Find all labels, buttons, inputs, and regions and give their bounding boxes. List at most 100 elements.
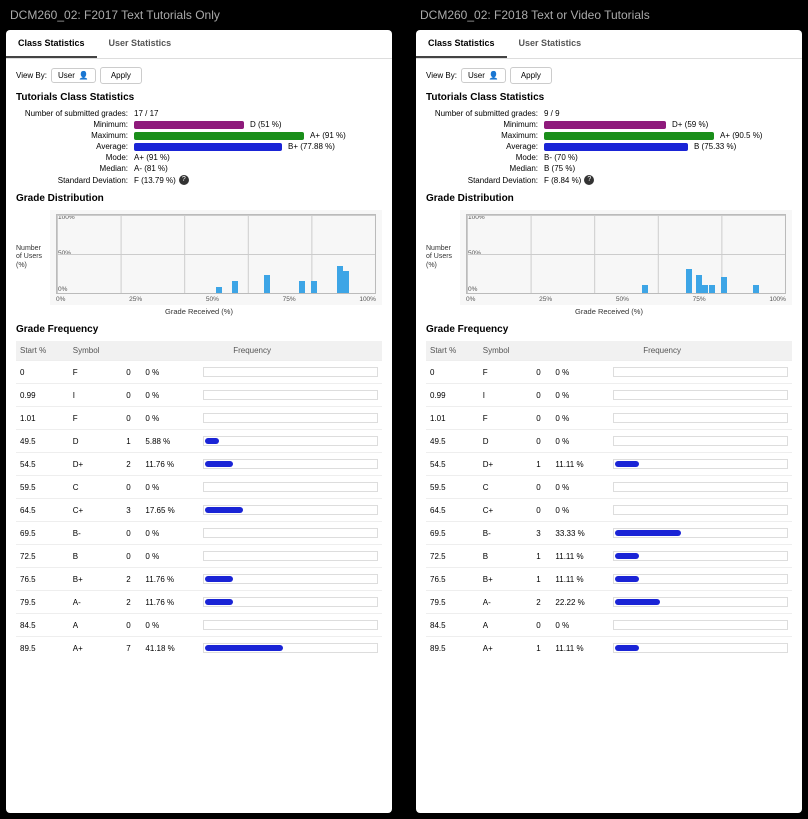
cell-start: 0.99 bbox=[16, 384, 69, 407]
cell-count: 0 bbox=[532, 361, 551, 384]
cell-pct: 11.11 % bbox=[551, 637, 609, 660]
cell-start: 64.5 bbox=[426, 499, 479, 522]
apply-button[interactable]: Apply bbox=[100, 67, 142, 84]
max-label: Maximum: bbox=[16, 131, 134, 140]
cell-start: 1.01 bbox=[16, 407, 69, 430]
cell-count: 1 bbox=[532, 568, 551, 591]
cell-count: 0 bbox=[532, 476, 551, 499]
chart-bar bbox=[702, 285, 708, 293]
cell-pct: 11.76 % bbox=[141, 591, 199, 614]
cell-pct: 0 % bbox=[141, 522, 199, 545]
cell-pct: 41.18 % bbox=[141, 637, 199, 660]
cell-count: 1 bbox=[532, 637, 551, 660]
cell-bar bbox=[199, 499, 382, 522]
cell-symbol: C+ bbox=[69, 499, 122, 522]
viewby-select[interactable]: User👤 bbox=[461, 68, 506, 83]
cell-symbol: A bbox=[479, 614, 532, 637]
apply-button[interactable]: Apply bbox=[510, 67, 552, 84]
chart-bar bbox=[264, 275, 270, 293]
table-row: 0.99I00 % bbox=[16, 384, 382, 407]
view-by-row: View By: User👤 Apply bbox=[16, 67, 382, 84]
cell-pct: 5.88 % bbox=[141, 430, 199, 453]
cell-symbol: F bbox=[69, 361, 122, 384]
max-label: Maximum: bbox=[426, 131, 544, 140]
cell-count: 0 bbox=[532, 430, 551, 453]
avg-grade: B+ (77.88 %) bbox=[288, 142, 335, 151]
median-label: Median: bbox=[426, 164, 544, 173]
th-start: Start % bbox=[426, 341, 479, 361]
median-value: A- (81 %) bbox=[134, 164, 168, 173]
cell-bar bbox=[199, 476, 382, 499]
cell-symbol: B bbox=[479, 545, 532, 568]
cell-pct: 0 % bbox=[551, 384, 609, 407]
chart-grid bbox=[56, 214, 376, 294]
cell-start: 79.5 bbox=[426, 591, 479, 614]
viewby-label: View By: bbox=[426, 71, 457, 80]
frequency-tbody: 0F00 %0.99I00 %1.01F00 %49.5D00 %54.5D+1… bbox=[426, 361, 792, 660]
submitted-label: Number of submitted grades: bbox=[16, 109, 134, 118]
section-frequency: Grade Frequency bbox=[426, 324, 792, 335]
avg-bar bbox=[544, 143, 688, 151]
min-label: Minimum: bbox=[426, 120, 544, 129]
cell-count: 0 bbox=[532, 384, 551, 407]
chart-grid bbox=[466, 214, 786, 294]
cell-start: 49.5 bbox=[426, 430, 479, 453]
cell-symbol: C+ bbox=[479, 499, 532, 522]
chart-bar bbox=[337, 266, 343, 293]
x-ticks: 0%25%50%75%100% bbox=[466, 296, 786, 303]
cell-symbol: D+ bbox=[479, 453, 532, 476]
cell-count: 1 bbox=[122, 430, 141, 453]
table-row: 0.99I00 % bbox=[426, 384, 792, 407]
cell-symbol: F bbox=[479, 407, 532, 430]
cell-bar bbox=[199, 614, 382, 637]
table-row: 79.5A-222.22 % bbox=[426, 591, 792, 614]
table-row: 54.5D+211.76 % bbox=[16, 453, 382, 476]
cell-symbol: I bbox=[69, 384, 122, 407]
help-icon[interactable]: ? bbox=[179, 175, 189, 185]
viewby-select[interactable]: User👤 bbox=[51, 68, 96, 83]
table-row: 79.5A-211.76 % bbox=[16, 591, 382, 614]
cell-start: 89.5 bbox=[426, 637, 479, 660]
frequency-table: Start % Symbol Frequency 0F00 %0.99I00 %… bbox=[16, 341, 382, 659]
table-row: 69.5B-333.33 % bbox=[426, 522, 792, 545]
th-symbol: Symbol bbox=[69, 341, 122, 361]
section-frequency: Grade Frequency bbox=[16, 324, 382, 335]
cell-start: 76.5 bbox=[426, 568, 479, 591]
chart-bar bbox=[686, 269, 692, 293]
table-row: 59.5C00 % bbox=[426, 476, 792, 499]
cell-start: 84.5 bbox=[426, 614, 479, 637]
tab-class-statistics[interactable]: Class Statistics bbox=[6, 30, 97, 58]
cell-bar bbox=[199, 384, 382, 407]
cell-symbol: A- bbox=[69, 591, 122, 614]
cell-pct: 17.65 % bbox=[141, 499, 199, 522]
chart-bar bbox=[232, 281, 238, 293]
tab-user-statistics[interactable]: User Statistics bbox=[97, 30, 184, 58]
cell-bar bbox=[199, 407, 382, 430]
cell-pct: 0 % bbox=[141, 476, 199, 499]
th-symbol: Symbol bbox=[479, 341, 532, 361]
help-icon[interactable]: ? bbox=[584, 175, 594, 185]
table-row: 0F00 % bbox=[426, 361, 792, 384]
sd-label: Standard Deviation: bbox=[16, 176, 134, 185]
table-row: 54.5D+111.11 % bbox=[426, 453, 792, 476]
cell-pct: 0 % bbox=[141, 361, 199, 384]
tab-class-statistics[interactable]: Class Statistics bbox=[416, 30, 507, 58]
table-row: 49.5D15.88 % bbox=[16, 430, 382, 453]
panel-title: DCM260_02: F2018 Text or Video Tutorials bbox=[420, 8, 802, 22]
table-row: 64.5C+00 % bbox=[426, 499, 792, 522]
cell-start: 0 bbox=[16, 361, 69, 384]
x-ticks: 0%25%50%75%100% bbox=[56, 296, 376, 303]
section-class-stats: Tutorials Class Statistics bbox=[16, 92, 382, 103]
table-row: 49.5D00 % bbox=[426, 430, 792, 453]
cell-bar bbox=[199, 568, 382, 591]
panel-title: DCM260_02: F2017 Text Tutorials Only bbox=[10, 8, 392, 22]
tab-user-statistics[interactable]: User Statistics bbox=[507, 30, 594, 58]
cell-start: 1.01 bbox=[426, 407, 479, 430]
chart-ylabel: Number of Users (%) bbox=[16, 245, 46, 270]
cell-bar bbox=[609, 430, 792, 453]
chart-wrap: Number of Users (%) 100%50%0% 0%25%50%75… bbox=[426, 210, 792, 305]
cell-start: 72.5 bbox=[426, 545, 479, 568]
cell-pct: 0 % bbox=[141, 545, 199, 568]
min-bar bbox=[544, 121, 666, 129]
cell-pct: 11.11 % bbox=[551, 545, 609, 568]
